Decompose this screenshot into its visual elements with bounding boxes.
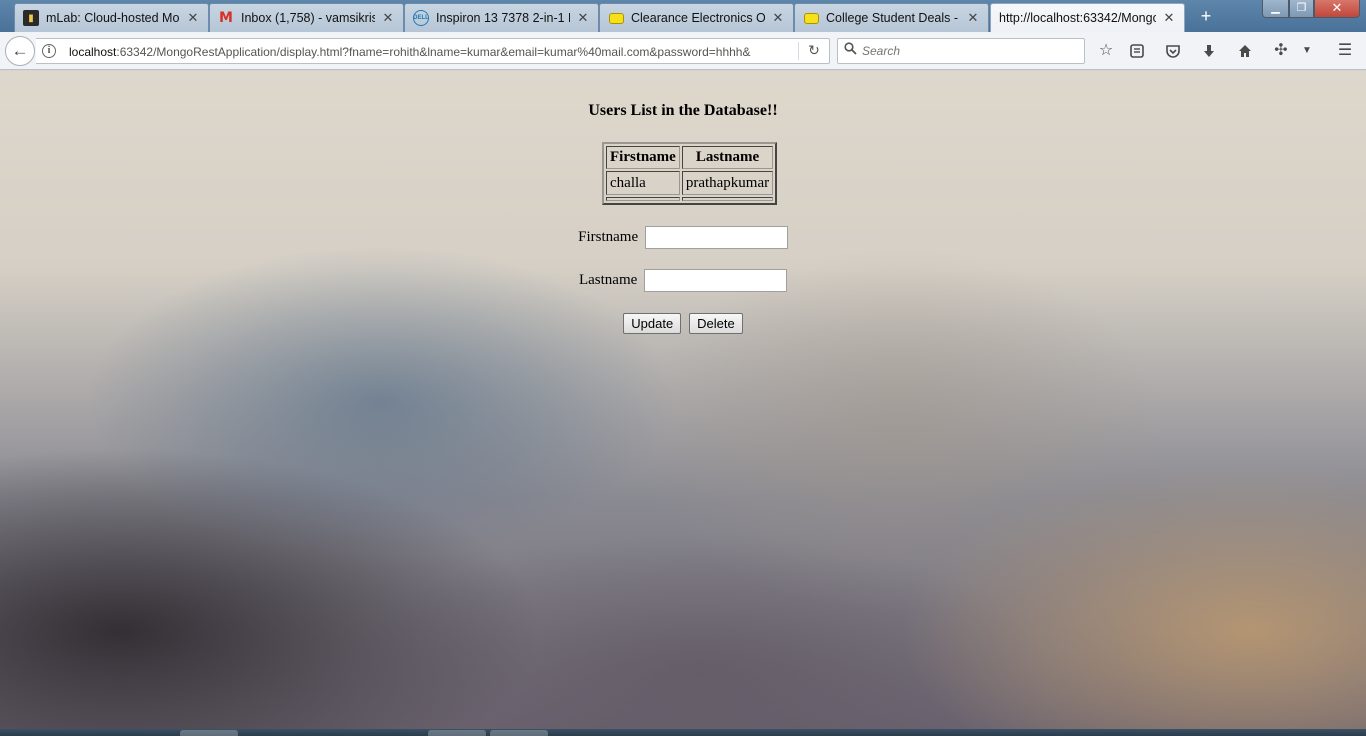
star-icon[interactable]: ☆ [1095, 40, 1117, 62]
taskbar-item[interactable] [428, 730, 486, 736]
cell-empty [681, 197, 774, 201]
chevron-down-icon[interactable]: ▼ [1296, 40, 1318, 62]
firstname-input[interactable] [644, 226, 788, 249]
cell-firstname: challa [606, 171, 680, 195]
close-icon[interactable]: ✕ [771, 10, 785, 26]
minimize-button[interactable]: ▁ [1262, 0, 1289, 18]
tab-title: Inspiron 13 7378 2-in-1 Lap [436, 11, 570, 25]
delete-button[interactable]: Delete [689, 313, 743, 334]
tab-title: mLab: Cloud-hosted Mon [46, 11, 180, 25]
pocket-icon[interactable] [1162, 40, 1184, 62]
tab-gmail[interactable]: M Inbox (1,758) - vamsikrishn ✕ [209, 3, 404, 32]
tab-dell[interactable]: DELL Inspiron 13 7378 2-in-1 Lap ✕ [404, 3, 599, 32]
gmail-icon: M [219, 10, 233, 26]
close-icon[interactable]: ✕ [186, 10, 200, 26]
url-host: localhost [69, 45, 117, 59]
cell-empty [606, 197, 680, 201]
page-content: Users List in the Database!! Firstname L… [0, 71, 1366, 729]
search-icon [844, 42, 857, 58]
users-table: Firstname Lastname challa prathapkumar [602, 142, 778, 205]
tab-mlab[interactable]: ▮ mLab: Cloud-hosted Mon ✕ [14, 3, 209, 32]
price-tag-icon [803, 10, 819, 26]
arrow-left-icon: ← [11, 41, 29, 60]
table-header-row: Firstname Lastname [606, 146, 774, 169]
taskbar-item[interactable] [180, 730, 238, 736]
extension-icon[interactable]: ✣ [1270, 40, 1292, 62]
search-input[interactable] [862, 41, 1080, 61]
taskbar-item[interactable] [490, 730, 548, 736]
lastname-input[interactable] [644, 269, 788, 292]
close-icon[interactable]: ✕ [576, 10, 590, 26]
menu-icon[interactable]: ☰ [1334, 40, 1356, 62]
close-icon[interactable]: ✕ [1162, 10, 1176, 26]
table-row: challa prathapkumar [606, 171, 774, 195]
close-window-button[interactable]: ✕ [1314, 0, 1360, 18]
cell-lastname: prathapkumar [681, 171, 774, 195]
price-tag-icon [608, 10, 624, 26]
back-button[interactable]: ← [5, 36, 35, 66]
page-title: Users List in the Database!! [588, 102, 778, 119]
update-button[interactable]: Update [623, 313, 682, 334]
os-taskbar [0, 729, 1366, 736]
column-header-firstname: Firstname [606, 146, 680, 169]
url-bar[interactable]: i localhost:63342/MongoRestApplication/d… [36, 38, 830, 64]
tab-title: Inbox (1,758) - vamsikrishn [241, 11, 375, 25]
column-header-lastname: Lastname [681, 146, 774, 169]
reading-list-icon[interactable] [1126, 40, 1148, 62]
dell-icon: DELL [413, 10, 429, 26]
reload-icon[interactable]: ↻ [804, 42, 824, 59]
tab-bar: ▮ mLab: Cloud-hosted Mon ✕ M Inbox (1,75… [0, 0, 1366, 32]
tab-title: http://localhost:63342/Mongo [999, 11, 1156, 25]
tab-clearance[interactable]: Clearance Electronics Outl ✕ [599, 3, 794, 32]
firstname-label: Firstname [578, 229, 639, 245]
tab-college-deals[interactable]: College Student Deals - Be ✕ [794, 3, 989, 32]
maximize-button[interactable]: ❐ [1289, 0, 1314, 18]
close-icon[interactable]: ✕ [966, 10, 980, 26]
lastname-label: Lastname [578, 272, 638, 288]
form-buttons: Update Delete [0, 313, 1366, 334]
navigation-bar: ← i localhost:63342/MongoRestApplication… [0, 32, 1366, 70]
url-text[interactable]: localhost:63342/MongoRestApplication/dis… [69, 45, 751, 59]
download-icon[interactable] [1198, 40, 1220, 62]
table-row-empty [606, 197, 774, 201]
lastname-row: Lastname [0, 269, 1366, 292]
search-bar[interactable] [837, 38, 1085, 64]
url-path: :63342/MongoRestApplication/display.html… [116, 45, 751, 59]
home-icon[interactable] [1234, 40, 1256, 62]
close-icon[interactable]: ✕ [381, 10, 395, 26]
firstname-row: Firstname [0, 226, 1366, 249]
tab-title: Clearance Electronics Outl [631, 11, 765, 25]
tab-title: College Student Deals - Be [826, 11, 960, 25]
mlab-icon: ▮ [23, 10, 39, 26]
url-separator [798, 42, 799, 60]
info-icon[interactable]: i [42, 44, 56, 58]
new-tab-button[interactable]: + [1196, 6, 1216, 26]
tab-localhost[interactable]: http://localhost:63342/Mongo ✕ [990, 3, 1185, 32]
